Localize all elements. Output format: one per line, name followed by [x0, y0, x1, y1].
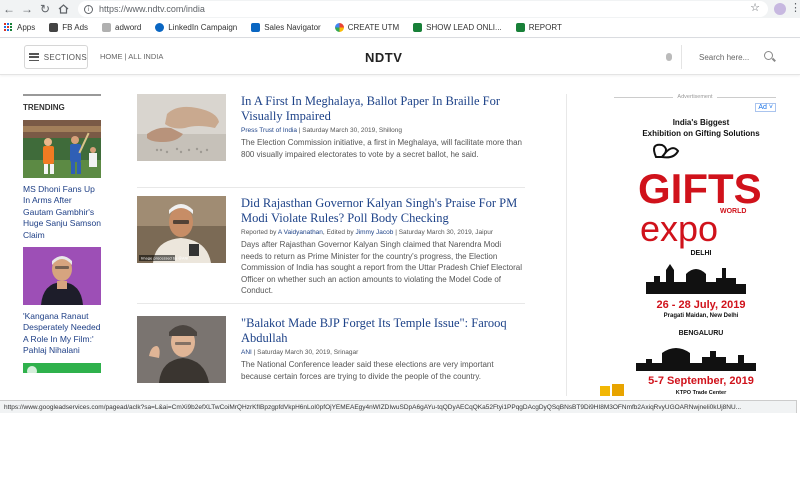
gifts-expo-ad[interactable]: Ad ˅ India's Biggest Exhibition on Gifti…	[600, 103, 776, 396]
article-thumbnail[interactable]	[137, 94, 226, 161]
browser-toolbar: ← → ↻ i https://www.ndtv.com/india ☆ ⋮	[0, 0, 800, 18]
trending-sidebar: TRENDING MS Dhoni Fans Up In Arms After …	[23, 94, 101, 373]
fb-bookmark-icon	[49, 23, 59, 32]
portrait-photo[interactable]	[23, 247, 101, 306]
header-divider	[681, 45, 682, 69]
bookmarks-bar: Apps FB Ads adword LinkedIn Campaign Sal…	[0, 18, 800, 38]
article-body: "Balakot Made BJP Forget Its Temple Issu…	[241, 316, 525, 396]
browser-menu-icon[interactable]: ⋮	[790, 1, 800, 14]
article-meta: Press Trust of India | Saturday March 30…	[241, 127, 403, 134]
ad-city-delhi: DELHI	[690, 250, 712, 257]
search-icon[interactable]	[764, 51, 773, 60]
svg-text:GIFTS: GIFTS	[638, 165, 762, 212]
ad-date-delhi: 26 - 28 July, 2019	[656, 299, 746, 311]
trending-headline[interactable]: 'Kangana Ranaut Desperately Needed A Rol…	[23, 311, 101, 357]
trending-title: TRENDING	[23, 103, 65, 112]
trending-item[interactable]: 'Kangana Ranaut Desperately Needed A Rol…	[23, 247, 101, 357]
article-title[interactable]: In A First In Meghalaya, Ballot Paper In…	[241, 94, 525, 124]
article-thumbnail[interactable]	[137, 316, 226, 383]
breadcrumb[interactable]: HOME | ALL INDIA	[100, 52, 163, 61]
ad-choices-badge[interactable]: Ad ˅	[755, 103, 776, 112]
article-title[interactable]: "Balakot Made BJP Forget Its Temple Issu…	[241, 316, 525, 346]
reload-icon[interactable]: ↻	[36, 0, 54, 18]
bookmark-report[interactable]: REPORT	[515, 23, 562, 32]
trending-headline[interactable]: MS Dhoni Fans Up In Arms After Gautam Ga…	[23, 184, 101, 241]
sections-button[interactable]: SECTIONS	[24, 45, 88, 69]
bookmark-fb-ads[interactable]: FB Ads	[49, 23, 88, 32]
forward-icon[interactable]: →	[18, 0, 36, 18]
search-input[interactable]: Search here...	[699, 53, 749, 62]
linkedin-icon	[251, 23, 261, 32]
trending-divider	[23, 94, 101, 96]
ad-venue-delhi: Pragati Maidan, New Delhi	[663, 313, 739, 319]
article-body: Did Rajasthan Governor Kalyan Singh's Pr…	[241, 196, 525, 303]
ad-headline: India's Biggest Exhibition on Gifting So…	[642, 118, 760, 138]
bookmark-linkedin-campaign[interactable]: LinkedIn Campaign	[155, 23, 237, 32]
folder-icon	[102, 23, 112, 32]
sheets-icon	[515, 23, 525, 32]
bookmark-create-utm[interactable]: CREATE UTM	[334, 23, 399, 32]
gift-boxes-icon	[600, 384, 624, 396]
svg-text:WORLD: WORLD	[720, 208, 746, 215]
site-header: SECTIONS HOME | ALL INDIA NDTV Search he…	[0, 39, 800, 75]
site-info-icon[interactable]: i	[84, 4, 93, 14]
hamburger-icon	[29, 53, 39, 61]
article-editor[interactable]: Jimmy Jacob	[355, 229, 393, 236]
image-caption: Image processed by @ANI	[141, 257, 188, 261]
article-source[interactable]: ANI	[241, 349, 252, 356]
gifts-world-expo-logo: GIFTS WORLD expo	[638, 143, 762, 249]
ad-label: Advertisement	[614, 94, 776, 100]
article-meta: Reported by A Vaidyanathan, Edited by Ji…	[241, 229, 493, 236]
article-thumbnail[interactable]: Image processed by @ANI	[137, 196, 226, 263]
article-body: In A First In Meghalaya, Ballot Paper In…	[241, 94, 525, 187]
article-meta: ANI | Saturday March 30, 2019, Srinagar	[241, 349, 359, 356]
linkedin-campaign-icon	[155, 23, 165, 32]
bookmark-apps[interactable]: Apps	[4, 23, 35, 32]
article-list: In A First In Meghalaya, Ballot Paper In…	[137, 94, 525, 396]
back-icon[interactable]: ←	[0, 0, 18, 18]
address-bar[interactable]: i https://www.ndtv.com/india ☆	[78, 1, 768, 17]
status-bar-link-preview: https://www.googleadservices.com/pagead/…	[0, 400, 797, 413]
bookmark-show-lead[interactable]: SHOW LEAD ONLI...	[413, 23, 502, 32]
ad-venue-bengaluru: KTPO Trade Center	[675, 390, 727, 396]
url-text: https://www.ndtv.com/india	[99, 4, 205, 14]
article-item[interactable]: In A First In Meghalaya, Ballot Paper In…	[137, 94, 525, 188]
site-logo[interactable]: NDTV	[365, 50, 402, 65]
article-summary: Days after Rajasthan Governor Kalyan Sin…	[241, 240, 523, 295]
article-reporter[interactable]: A Vaidyanathan	[278, 229, 323, 236]
google-icon	[334, 23, 344, 32]
svg-text:expo: expo	[640, 208, 718, 249]
chevron-down-icon: ˅	[768, 104, 773, 111]
bookmark-adword[interactable]: adword	[102, 23, 141, 32]
microphone-icon[interactable]	[666, 53, 672, 61]
article-summary: The Election Commission initiative, a fi…	[241, 138, 523, 159]
apps-grid-icon	[4, 23, 13, 32]
article-item[interactable]: Image processed by @ANI Did Rajasthan Go…	[137, 188, 525, 304]
bookmark-star-icon[interactable]: ☆	[750, 1, 760, 14]
profile-avatar[interactable]	[774, 3, 786, 15]
home-icon[interactable]	[54, 0, 72, 18]
delhi-skyline-icon	[646, 264, 746, 294]
cricket-photo[interactable]	[23, 120, 101, 178]
article-summary: The National Conference leader said thes…	[241, 360, 494, 381]
sheets-icon	[413, 23, 423, 32]
bengaluru-skyline-icon	[636, 348, 756, 371]
article-source[interactable]: Press Trust of India	[241, 127, 297, 134]
ad-city-bengaluru: BENGALURU	[678, 330, 724, 337]
ad-date-bengaluru: 5-7 September, 2019	[648, 375, 754, 387]
article-title[interactable]: Did Rajasthan Governor Kalyan Singh's Pr…	[241, 196, 525, 226]
bookmark-sales-navigator[interactable]: Sales Navigator	[251, 23, 321, 32]
ad-column-divider	[566, 94, 567, 396]
article-item[interactable]: "Balakot Made BJP Forget Its Temple Issu…	[137, 304, 525, 396]
whatsapp-thumbnail[interactable]	[23, 362, 101, 373]
trending-item[interactable]: MS Dhoni Fans Up In Arms After Gautam Ga…	[23, 120, 101, 241]
